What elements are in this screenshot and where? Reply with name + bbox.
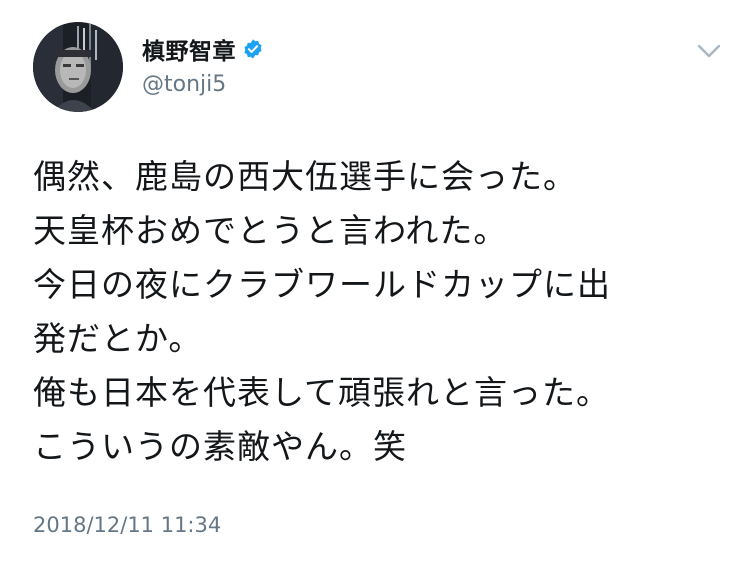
name-row: 槙野智章 (142, 32, 264, 66)
tweet-text-line: 今日の夜にクラブワールドカップに出 (33, 265, 611, 304)
user-handle[interactable]: @tonji5 (142, 72, 226, 97)
verified-badge-icon (242, 38, 264, 60)
avatar[interactable] (33, 22, 123, 112)
profile-photo (33, 22, 123, 112)
tweet-text-line: 偶然、鹿島の西大伍選手に会った。 (33, 157, 577, 196)
tweet-card: 槙野智章 @tonji5 偶然、鹿島の西大伍選手に会った。 天皇杯おめでとうと言… (0, 0, 750, 562)
chevron-down-icon[interactable] (696, 42, 722, 60)
tweet-timestamp[interactable]: 2018/12/11 11:34 (33, 513, 221, 537)
display-name[interactable]: 槙野智章 (142, 32, 236, 66)
tweet-text-line: 天皇杯おめでとうと言われた。 (33, 211, 508, 250)
tweet-text-line: 発だとか。 (33, 319, 203, 358)
tweet-text-line: 俺も日本を代表して頑張れと言った。 (33, 373, 611, 412)
tweet-text-line: こういうの素敵やん。笑 (33, 427, 407, 466)
tweet-text: 偶然、鹿島の西大伍選手に会った。 天皇杯おめでとうと言われた。 今日の夜にクラブ… (33, 150, 733, 474)
